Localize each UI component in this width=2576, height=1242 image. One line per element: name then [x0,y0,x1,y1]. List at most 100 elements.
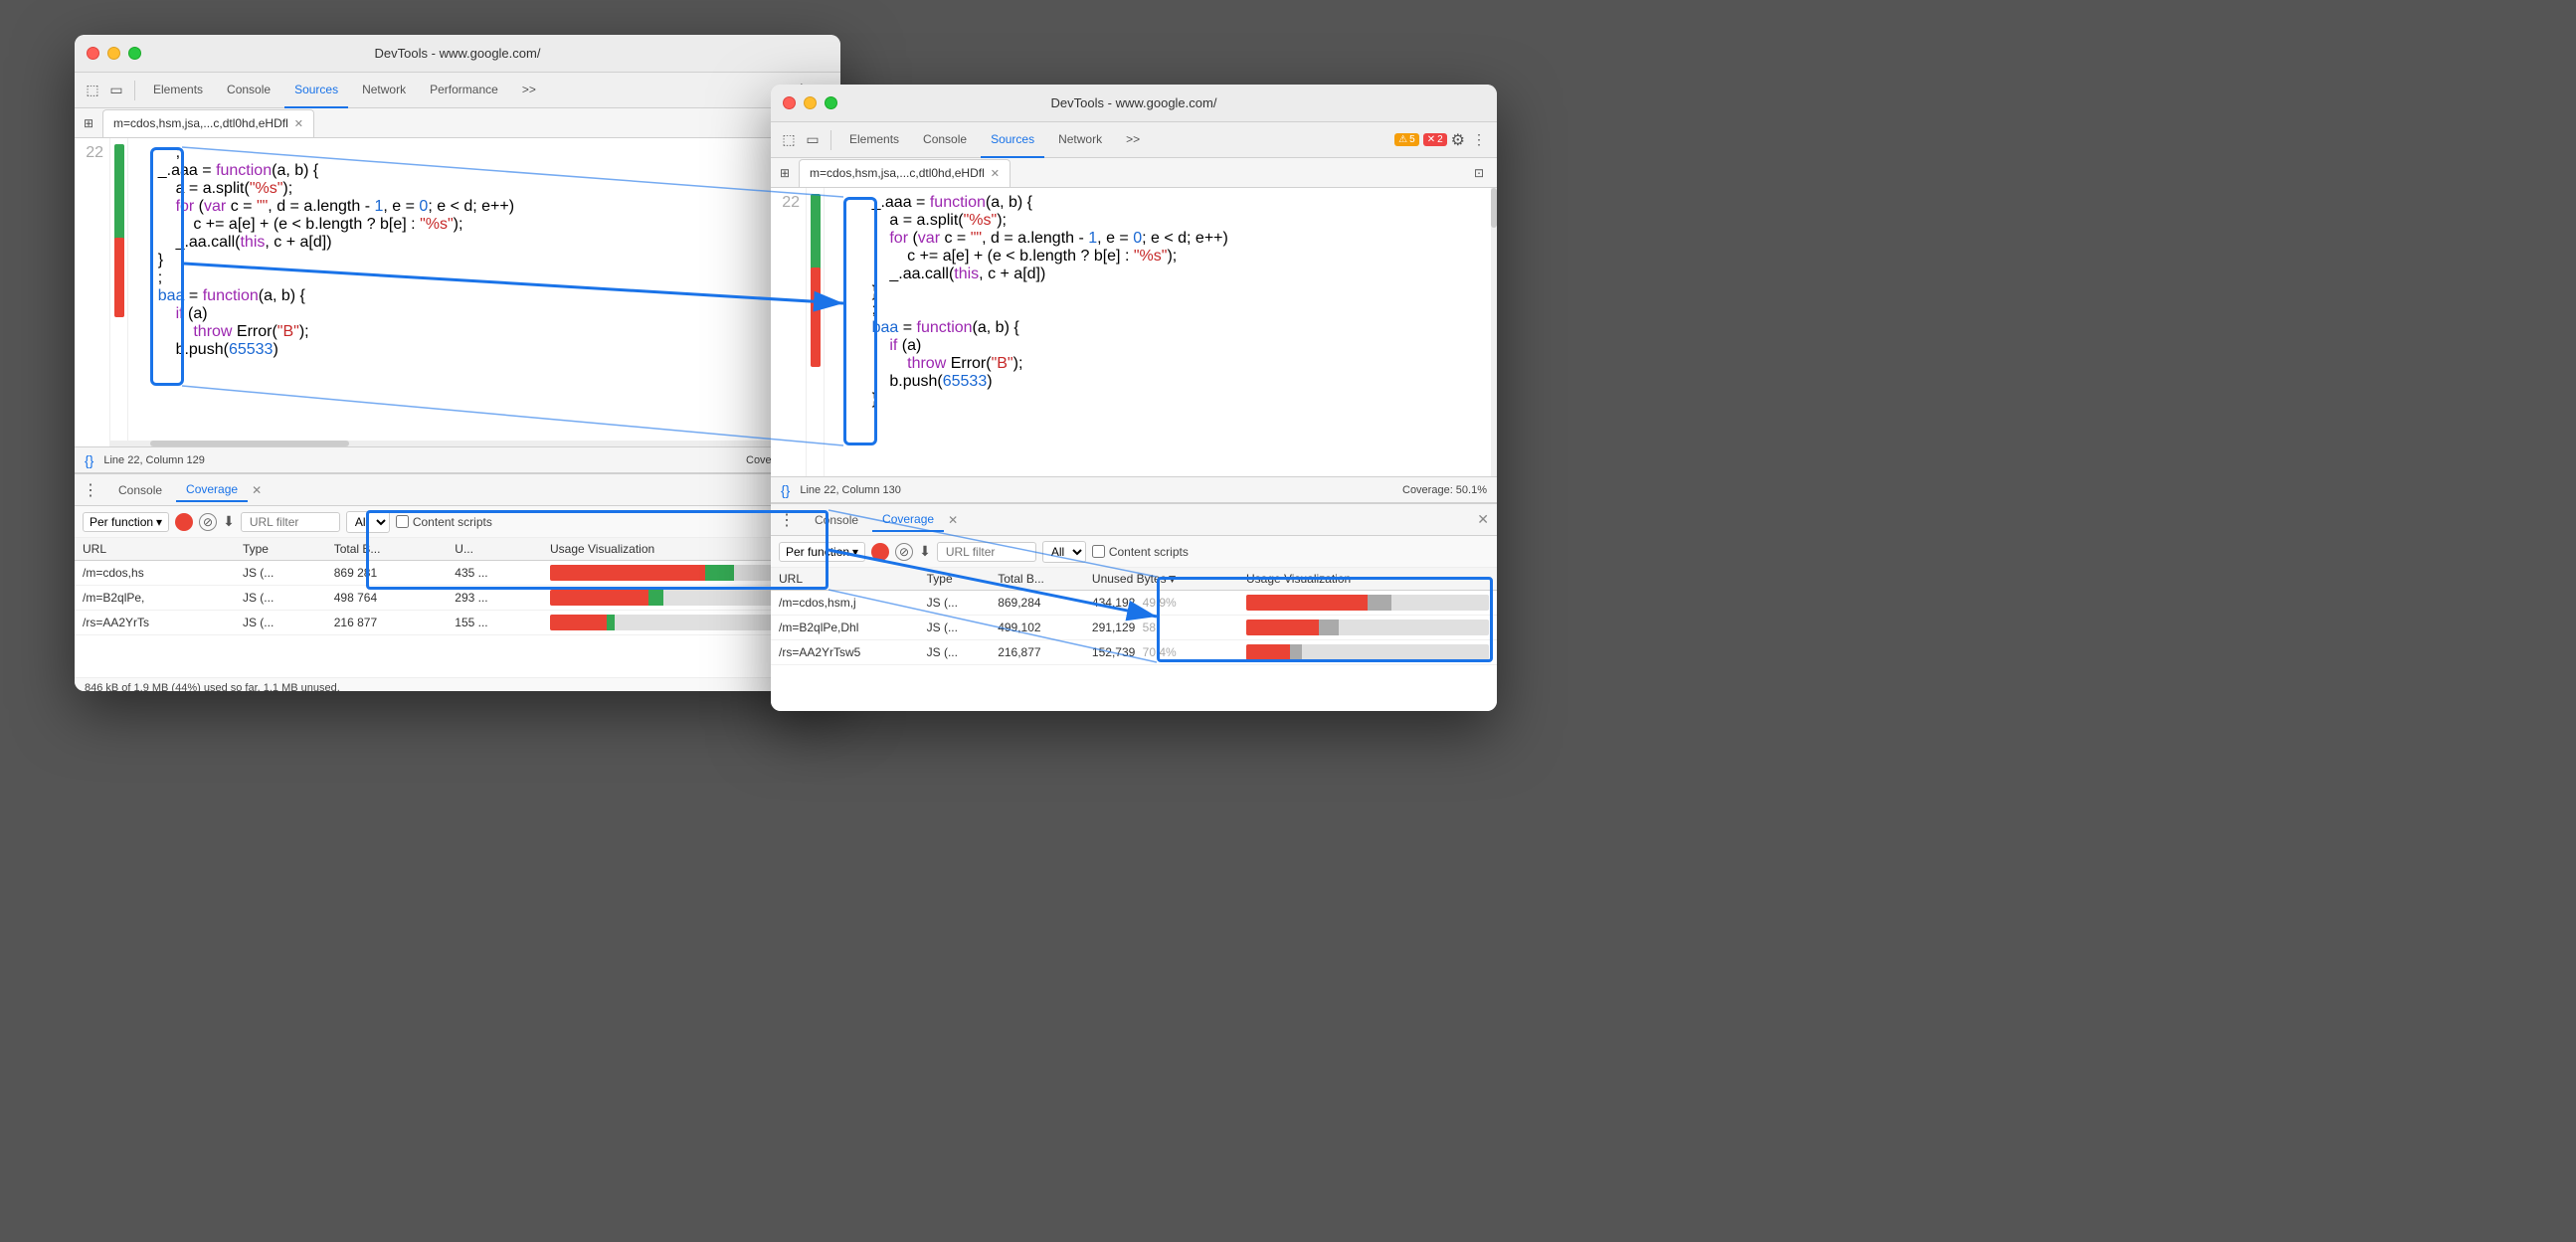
row1-total-1: 869 281 [326,561,448,586]
record-btn-2[interactable] [871,543,889,561]
tab-sources-2[interactable]: Sources [981,122,1044,158]
tab-elements-2[interactable]: Elements [839,122,909,158]
sidebar-toggle-2[interactable]: ⊞ [775,163,795,183]
bar-unused-2 [648,590,662,606]
row1-type-2: JS (... [919,591,991,616]
close-button-2[interactable] [783,96,796,109]
usage-bar-2-2 [1246,620,1489,635]
bar-unused-3 [607,615,616,630]
row2-unused-1: 293 ... [447,586,542,611]
content-scripts-check-1[interactable] [396,515,409,528]
maximize-button-2[interactable] [825,96,837,109]
code-lines-1: ; _.aaa = function(a, b) { a = a.split("… [128,138,840,446]
all-select-1[interactable]: All [346,511,390,533]
panel-tab-console-2[interactable]: Console [805,509,868,531]
bottom-panel-1: ⋮ Console Coverage ✕ ✕ Per function ▾ ⊘ … [75,472,840,691]
maximize-button-1[interactable] [128,47,141,60]
clear-btn-1[interactable]: ⊘ [199,513,217,531]
panel-tab-coverage-2[interactable]: Coverage [872,508,944,532]
more-icon-2[interactable]: ⋮ [1469,130,1489,150]
tab-network-2[interactable]: Network [1048,122,1112,158]
per-function-btn-1[interactable]: Per function ▾ [83,512,169,532]
download-btn-2[interactable]: ⬇ [919,543,931,560]
tab-console-2[interactable]: Console [913,122,977,158]
footer-text-1: 846 kB of 1.9 MB (44%) used so far, 1.1 … [85,682,340,691]
usage-bar-2-1 [1246,595,1489,611]
bottom-panel-2: ⋮ Console Coverage ✕ ✕ Per function ▾ ⊘ … [771,502,1497,711]
err-icon: ✕ [1427,134,1435,145]
cursor-icon[interactable]: ⬚ [83,81,102,100]
device-icon[interactable]: ▭ [106,81,126,100]
col-unused-2: Unused Bytes▼ [1084,568,1238,591]
code-lines-2: _.aaa = function(a, b) { a = a.split("%s… [825,188,1497,476]
sidebar-toggle-1[interactable]: ⊞ [79,113,98,133]
line-numbers-1: 22 [75,138,110,446]
toolbar-sep-1 [134,81,135,100]
status-bar-1: {} Line 22, Column 129 Coverage: 49.9% [75,446,840,472]
record-btn-1[interactable] [175,513,193,531]
row2-type-1: JS (... [235,586,326,611]
scrollbar-thumb-h-1[interactable] [150,441,349,446]
tab-network-1[interactable]: Network [352,73,416,108]
panel-tab-coverage-close-2[interactable]: ✕ [948,513,958,527]
horizontal-scrollbar-1[interactable] [110,441,840,446]
content-scripts-check-2[interactable] [1092,545,1105,558]
tab-more-2[interactable]: >> [1116,122,1150,158]
panel-dot-menu-2[interactable]: ⋮ [779,510,795,530]
file-tab-2[interactable]: m=cdos,hsm,jsa,...c,dtl0hd,eHDfl ✕ [799,159,1011,187]
cursor-icon-2[interactable]: ⬚ [779,130,799,150]
tab-performance-1[interactable]: Performance [420,73,508,108]
tab-more-1[interactable]: >> [512,73,546,108]
table-row[interactable]: /m=B2qlPe, JS (... 498 764 293 ... [75,586,840,611]
device-icon-2[interactable]: ▭ [803,130,823,150]
warn-badge: ⚠ 5 [1394,133,1419,146]
coverage-toolbar-2: Per function ▾ ⊘ ⬇ All Content scripts [771,536,1497,568]
line-col-1: Line 22, Column 129 [103,454,205,466]
minimize-button-2[interactable] [804,96,817,109]
clear-btn-2[interactable]: ⊘ [895,543,913,561]
panel-tab-coverage-1[interactable]: Coverage [176,478,248,502]
url-filter-input-1[interactable] [241,512,340,532]
row3-unused-bytes-2: 152,739 70.4% [1084,640,1238,665]
close-button-1[interactable] [87,47,99,60]
coverage-table-container-2[interactable]: URL Type Total B... Unused Bytes▼ Usage … [771,568,1497,711]
gear-icon-2[interactable]: ⚙ [1451,130,1465,150]
table-row[interactable]: /rs=AA2YrTs JS (... 216 877 155 ... [75,611,840,635]
status-bar-2: {} Line 22, Column 130 Coverage: 50.1% [771,476,1497,502]
file-tab-close-2[interactable]: ✕ [991,167,1000,180]
all-select-2[interactable]: All [1042,541,1086,563]
devtools-window-1: DevTools - www.google.com/ ⬚ ▭ Elements … [75,35,840,691]
url-filter-input-2[interactable] [937,542,1036,562]
screenshot-container: DevTools - www.google.com/ ⬚ ▭ Elements … [0,0,2576,1242]
sidebar-toggle-right-2[interactable]: ⊡ [1469,163,1489,183]
coverage-table-2: URL Type Total B... Unused Bytes▼ Usage … [771,568,1497,665]
bar-used-2 [550,590,648,606]
panel-dot-menu-1[interactable]: ⋮ [83,480,98,500]
table-row[interactable]: /m=B2qlPe,Dhl JS (... 499,102 291,129 58 [771,616,1497,640]
bar-used-2-2 [1246,620,1319,635]
panel-tab-console-1[interactable]: Console [108,479,172,501]
per-function-btn-2[interactable]: Per function ▾ [779,542,865,562]
row2-url-1: /m=B2qlPe, [75,586,235,611]
coverage-table-container-1[interactable]: URL Type Total B... U... Usage Visualiza… [75,538,840,677]
table-row[interactable]: /m=cdos,hs JS (... 869 281 435 ... [75,561,840,586]
minimize-button-1[interactable] [107,47,120,60]
file-tab-1[interactable]: m=cdos,hsm,jsa,...c,dtl0hd,eHDfl ✕ [102,109,314,137]
coverage-pct-2: Coverage: 50.1% [1402,484,1487,496]
row3-viz-2 [1238,640,1497,665]
file-tab-name-2: m=cdos,hsm,jsa,...c,dtl0hd,eHDfl [810,166,985,180]
table-row[interactable]: /m=cdos,hsm,j JS (... 869,284 434,192 49… [771,591,1497,616]
panel-close-2[interactable]: ✕ [1477,511,1489,528]
tab-sources-1[interactable]: Sources [284,73,348,108]
scrollbar-thumb-v-2[interactable] [1491,188,1497,228]
tab-console-1[interactable]: Console [217,73,280,108]
table-row[interactable]: /rs=AA2YrTsw5 JS (... 216,877 152,739 70… [771,640,1497,665]
bar-used-3 [550,615,607,630]
col-unused-1: U... [447,538,542,561]
tab-elements-1[interactable]: Elements [143,73,213,108]
vertical-scrollbar-2[interactable] [1491,188,1497,476]
panel-tab-coverage-close-1[interactable]: ✕ [252,483,262,497]
file-tab-close-1[interactable]: ✕ [294,117,303,130]
row2-url-2: /m=B2qlPe,Dhl [771,616,919,640]
download-btn-1[interactable]: ⬇ [223,513,235,530]
